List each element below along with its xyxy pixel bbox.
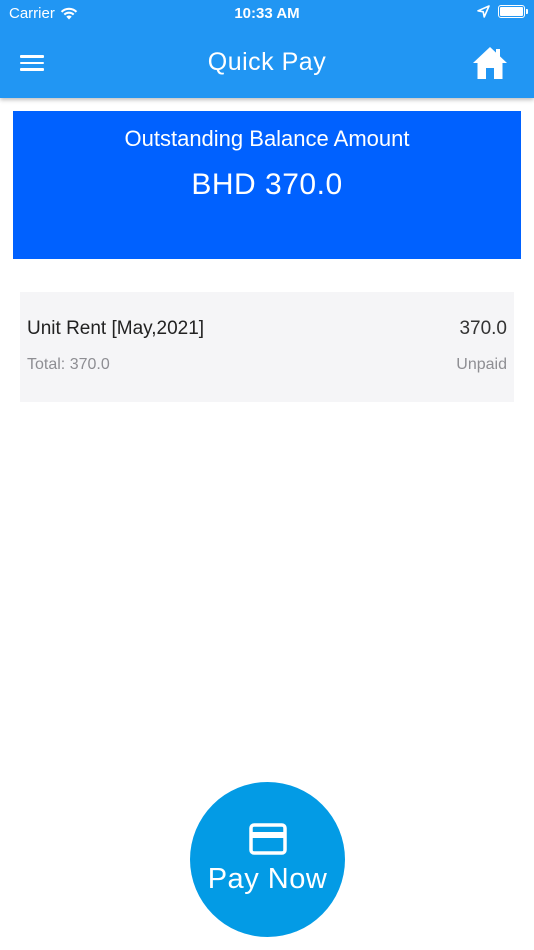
status-bar: Carrier 10:33 AM	[0, 0, 534, 28]
balance-card: Outstanding Balance Amount BHD 370.0	[13, 111, 521, 259]
header: Carrier 10:33 AM Quick Pay	[0, 0, 534, 98]
invoice-total: Total: 370.0	[27, 356, 110, 373]
status-time: 10:33 AM	[234, 5, 300, 22]
invoice-description: Unit Rent [May,2021]	[27, 318, 205, 339]
pay-now-label: Pay Now	[207, 863, 328, 895]
credit-card-icon	[248, 823, 287, 855]
quick-pay-screen: Carrier 10:33 AM Quick Pay Outstanding B…	[0, 0, 534, 950]
pay-now-button[interactable]: Pay Now	[190, 782, 345, 937]
home-icon	[473, 47, 507, 79]
invoice-item[interactable]: Unit Rent [May,2021] 370.0 Total: 370.0 …	[20, 292, 514, 402]
app-bar: Quick Pay	[0, 28, 534, 98]
balance-amount: BHD 370.0	[191, 168, 343, 201]
page-title: Quick Pay	[207, 48, 327, 76]
home-button[interactable]	[472, 45, 508, 81]
balance-label: Outstanding Balance Amount	[124, 126, 410, 151]
invoice-amount: 370.0	[459, 318, 507, 339]
battery-icon	[498, 5, 528, 18]
location-arrow-icon	[477, 5, 490, 18]
invoice-status: Unpaid	[456, 356, 507, 373]
status-icons	[477, 5, 528, 18]
